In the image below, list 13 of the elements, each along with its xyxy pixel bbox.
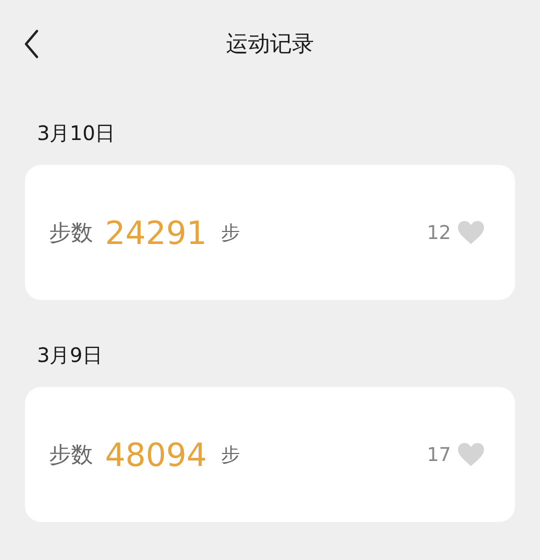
step-count: 48094 bbox=[105, 436, 207, 474]
unit-label: 步 bbox=[220, 220, 240, 246]
page-title: 运动记录 bbox=[226, 31, 314, 59]
heart-icon[interactable] bbox=[457, 220, 485, 245]
steps-label: 步数 bbox=[49, 442, 93, 470]
steps-label: 步数 bbox=[49, 220, 93, 248]
date-label: 3月10日 bbox=[37, 120, 116, 146]
like-count: 17 bbox=[426, 444, 451, 466]
heart-icon[interactable] bbox=[457, 442, 485, 467]
unit-label: 步 bbox=[220, 442, 240, 468]
step-count: 24291 bbox=[105, 214, 207, 252]
date-label: 3月9日 bbox=[37, 342, 102, 368]
like-count: 12 bbox=[426, 222, 451, 244]
